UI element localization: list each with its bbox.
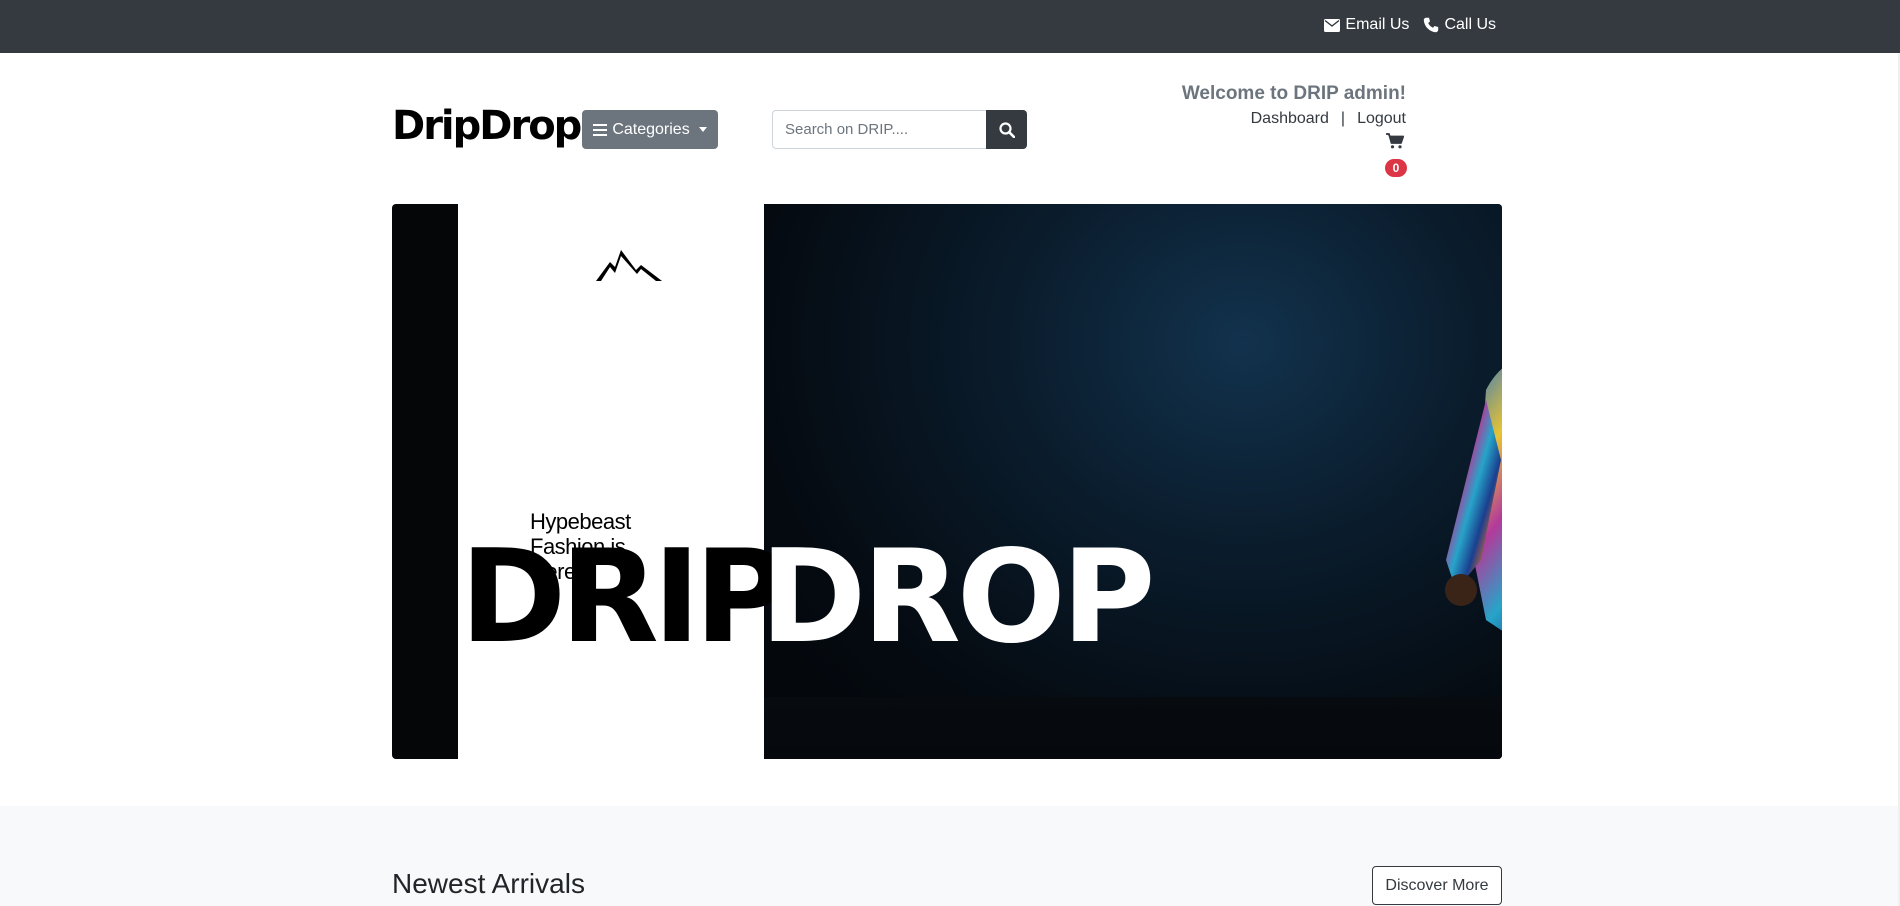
search-button[interactable] [986, 110, 1027, 149]
welcome-message: Welcome to DRIP admin! [1181, 83, 1406, 104]
cart-count-badge: 0 [1385, 159, 1407, 177]
chevron-down-icon [698, 127, 707, 132]
search-icon [998, 121, 1015, 138]
model-figure-illustration [1445, 368, 1502, 631]
categories-dropdown-button[interactable]: Categories [582, 110, 718, 149]
call-us-link[interactable]: Call Us [1423, 16, 1496, 34]
cart-button[interactable] [1386, 133, 1405, 154]
hamburger-icon [593, 123, 608, 136]
mountain-logo-icon [596, 250, 662, 281]
envelope-icon [1324, 18, 1341, 32]
top-bar: Email Us Call Us [0, 0, 1900, 53]
email-us-label: Email Us [1345, 16, 1410, 33]
site-logo[interactable]: DripDrop [392, 103, 582, 149]
hero-title-drip: DRIP [460, 523, 788, 672]
email-us-link[interactable]: Email Us [1324, 16, 1409, 34]
hero-photo [764, 204, 1502, 759]
hero-white-panel: Hypebeast Fashion is Here [458, 204, 764, 759]
separator: | [1340, 110, 1346, 127]
newest-arrivals-title: Newest Arrivals [392, 868, 585, 899]
discover-more-button[interactable]: Discover More [1372, 866, 1502, 905]
call-us-label: Call Us [1444, 16, 1496, 33]
logout-link[interactable]: Logout [1357, 110, 1406, 128]
hero-banner[interactable]: Hypebeast Fashion is Here DRIP DROP [392, 204, 1502, 759]
dashboard-link[interactable]: Dashboard [1251, 110, 1329, 128]
search-input[interactable] [772, 110, 986, 149]
contact-links: Email Us Call Us [1324, 16, 1496, 34]
newest-arrivals-section: Newest Arrivals Discover More [0, 806, 1898, 906]
hero-title-drop: DROP [760, 523, 1155, 672]
phone-icon [1424, 17, 1439, 33]
hero-floor [764, 697, 1502, 759]
shopping-cart-icon [1386, 133, 1405, 149]
categories-label: Categories [612, 120, 690, 138]
account-links: Dashboard | Logout [1251, 110, 1406, 128]
search-form [772, 110, 1027, 149]
